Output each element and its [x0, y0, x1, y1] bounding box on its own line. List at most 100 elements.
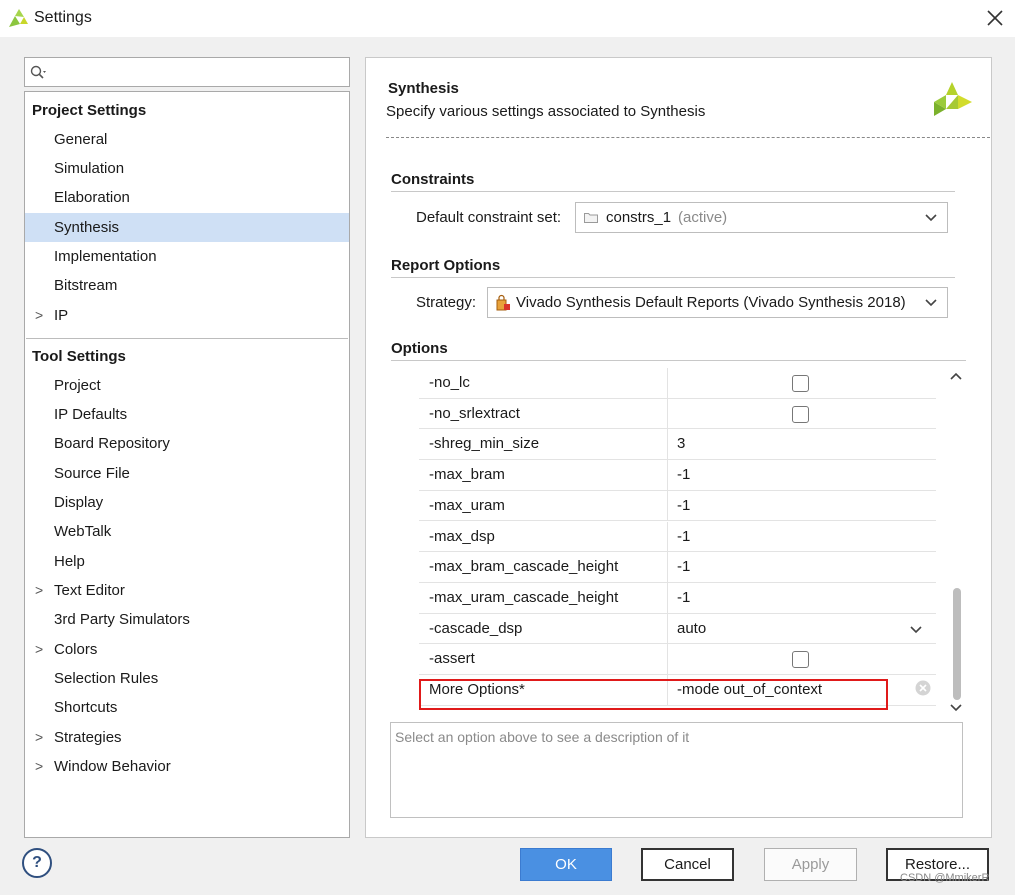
option-name: -no_srlextract	[429, 404, 520, 422]
options-table: -no_lc -no_srlextract -shreg_min_size 3 …	[401, 368, 936, 708]
tree-item-synthesis[interactable]: Synthesis	[25, 213, 349, 242]
tree-item-bitstream[interactable]: Bitstream	[25, 271, 349, 300]
tree-item-text-editor[interactable]: > Text Editor	[25, 576, 349, 605]
tree-item-label: WebTalk	[54, 523, 112, 540]
strategy-lock-icon	[496, 294, 510, 311]
column-divider	[667, 644, 668, 674]
column-divider	[667, 368, 668, 398]
option-value[interactable]: -1	[677, 528, 690, 545]
tree-item-label: Display	[54, 494, 104, 511]
strategy-label: Strategy:	[416, 294, 477, 311]
tree-item-ip-defaults[interactable]: IP Defaults	[25, 400, 349, 429]
option-checkbox[interactable]	[792, 375, 809, 392]
tree-item-label: IP Defaults	[54, 406, 128, 423]
tree-item-label: Window Behavior	[54, 758, 171, 775]
chevron-down-icon[interactable]	[910, 618, 922, 638]
report-options-section-title: Report Options	[391, 257, 501, 274]
chevron-right-icon[interactable]: >	[35, 752, 43, 781]
option-value[interactable]: -1	[677, 558, 690, 575]
settings-search-input[interactable]	[24, 57, 350, 87]
option-name: -max_bram_cascade_height	[429, 558, 619, 576]
column-divider	[667, 521, 668, 552]
option-row-max-bram[interactable]: -max_bram -1	[419, 460, 936, 491]
synthesis-settings-panel: Synthesis Specify various settings assoc…	[365, 57, 992, 838]
tree-item-project[interactable]: Project	[25, 371, 349, 400]
help-button[interactable]: ?	[22, 848, 52, 878]
tree-item-board-repository[interactable]: Board Repository	[25, 429, 349, 458]
option-name: -max_uram_cascade_height	[429, 588, 619, 606]
tree-item-label: Text Editor	[54, 582, 125, 599]
default-constraint-set-select[interactable]: constrs_1 (active)	[575, 202, 948, 233]
chevron-right-icon[interactable]: >	[35, 723, 43, 752]
chevron-right-icon[interactable]: >	[35, 635, 43, 664]
description-placeholder: Select an option above to see a descript…	[395, 729, 690, 745]
tree-item-help[interactable]: Help	[25, 547, 349, 576]
project-settings-header: Project Settings	[32, 102, 147, 119]
chevron-right-icon[interactable]: >	[35, 301, 43, 330]
tree-item-source-file[interactable]: Source File	[25, 459, 349, 488]
option-row-no-lc[interactable]: -no_lc	[419, 368, 936, 399]
tree-item-label: Colors	[54, 641, 98, 658]
option-value[interactable]: -1	[677, 589, 690, 606]
tree-item-elaboration[interactable]: Elaboration	[25, 183, 349, 212]
tree-item-window-behavior[interactable]: > Window Behavior	[25, 752, 349, 781]
option-value[interactable]: auto	[677, 620, 706, 637]
option-name: -max_uram	[429, 496, 505, 514]
tree-item-label: General	[54, 131, 108, 148]
column-divider	[667, 460, 668, 490]
page-title: Synthesis	[388, 80, 459, 97]
apply-button[interactable]: Apply	[764, 848, 857, 881]
tree-item-label: Simulation	[54, 160, 125, 177]
scrollbar-thumb[interactable]	[953, 588, 961, 700]
tree-item-selection-rules[interactable]: Selection Rules	[25, 664, 349, 693]
option-row-cascade-dsp[interactable]: -cascade_dsp auto	[419, 613, 936, 645]
tree-item-label: Source File	[54, 465, 130, 482]
vivado-logo-icon	[9, 9, 28, 27]
options-scrollbar[interactable]	[948, 366, 966, 718]
tree-item-label: Board Repository	[54, 435, 170, 452]
tree-item-ip[interactable]: > IP	[25, 301, 349, 330]
chevron-right-icon[interactable]: >	[35, 576, 43, 605]
tree-item-3rd-party-simulators[interactable]: 3rd Party Simulators	[25, 605, 349, 634]
option-value[interactable]: -1	[677, 497, 690, 514]
tree-item-strategies[interactable]: > Strategies	[25, 723, 349, 752]
option-row-max-bram-cascade-height[interactable]: -max_bram_cascade_height -1	[419, 552, 936, 583]
header-divider	[386, 137, 990, 138]
option-name: -cascade_dsp	[429, 619, 523, 637]
cancel-button[interactable]: Cancel	[641, 848, 734, 881]
option-row-max-uram-cascade-height[interactable]: -max_uram_cascade_height -1	[419, 582, 936, 614]
vivado-logo-icon	[934, 82, 972, 116]
option-value[interactable]: 3	[677, 435, 685, 452]
option-row-assert[interactable]: -assert	[419, 644, 936, 675]
tree-item-simulation[interactable]: Simulation	[25, 154, 349, 183]
tree-item-display[interactable]: Display	[25, 488, 349, 517]
settings-tree: Project Settings General Simulation Elab…	[24, 91, 350, 838]
close-button[interactable]	[981, 4, 1009, 32]
option-checkbox[interactable]	[792, 405, 809, 423]
option-row-shreg-min-size[interactable]: -shreg_min_size 3	[419, 429, 936, 461]
clear-icon[interactable]	[915, 680, 931, 696]
options-section-title: Options	[391, 340, 448, 357]
tool-settings-header: Tool Settings	[32, 348, 126, 365]
section-divider	[391, 360, 966, 361]
tree-item-label: IP	[54, 307, 69, 324]
tree-item-webtalk[interactable]: WebTalk	[25, 517, 349, 546]
option-row-max-dsp[interactable]: -max_dsp -1	[419, 521, 936, 553]
tree-item-label: Shortcuts	[54, 699, 118, 716]
scroll-down-icon[interactable]	[950, 700, 962, 715]
tree-item-colors[interactable]: > Colors	[25, 635, 349, 664]
constraint-set-value: constrs_1	[606, 209, 672, 226]
tree-item-shortcuts[interactable]: Shortcuts	[25, 693, 349, 722]
option-checkbox[interactable]	[792, 651, 809, 669]
option-row-max-uram[interactable]: -max_uram -1	[419, 490, 936, 522]
option-value[interactable]: -1	[677, 466, 690, 483]
tree-item-general[interactable]: General	[25, 125, 349, 154]
report-strategy-select[interactable]: Vivado Synthesis Default Reports (Vivado…	[487, 287, 948, 318]
ok-button[interactable]: OK	[520, 848, 612, 881]
column-divider	[667, 490, 668, 521]
option-row-no-srlextract[interactable]: -no_srlextract	[419, 398, 936, 430]
tree-item-label: Implementation	[54, 248, 157, 265]
section-divider	[391, 277, 955, 278]
scroll-up-icon[interactable]	[950, 368, 962, 383]
tree-item-implementation[interactable]: Implementation	[25, 242, 349, 271]
